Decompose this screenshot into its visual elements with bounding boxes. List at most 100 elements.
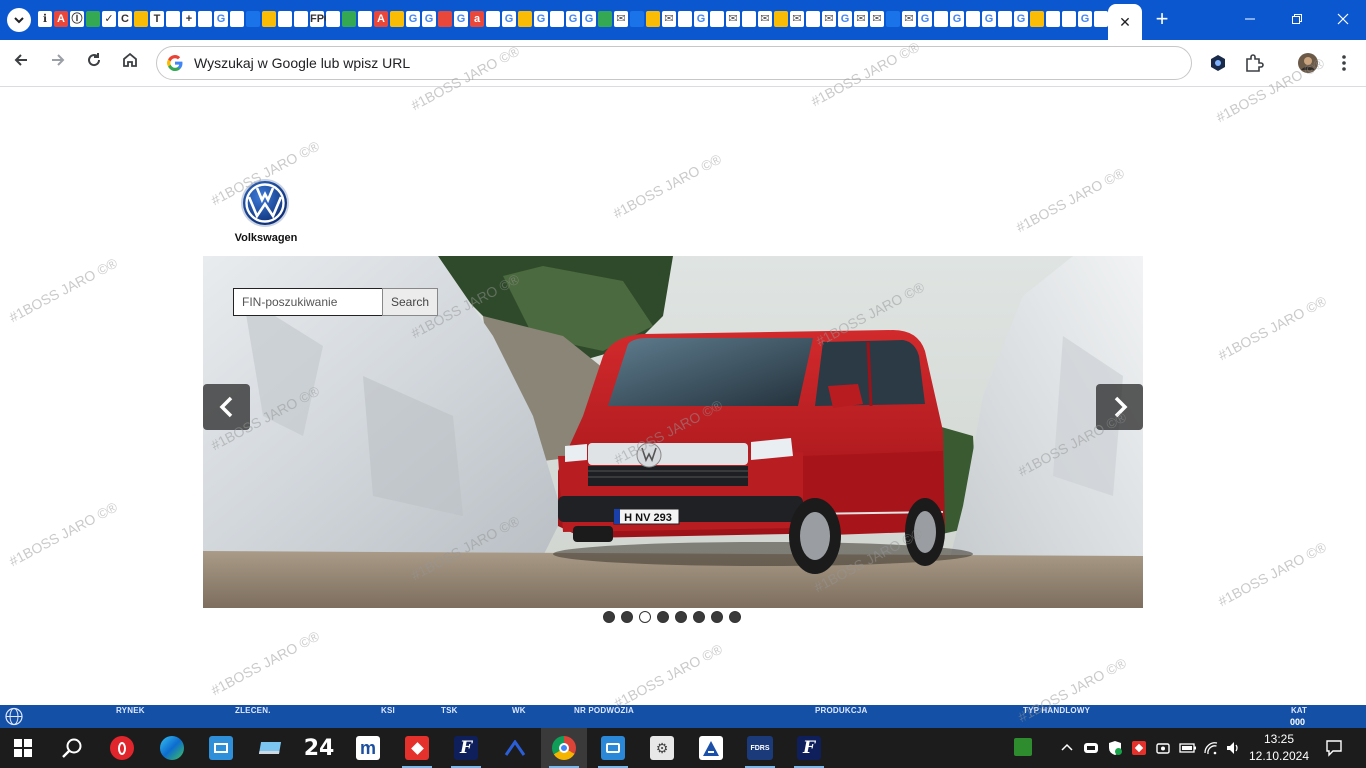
tab-favicon[interactable]: T — [150, 11, 164, 27]
tab-favicon[interactable]: G — [454, 11, 468, 27]
tab-favicon[interactable]: C — [118, 11, 132, 27]
taskbar-app-scheduler[interactable]: ⚙ — [639, 728, 685, 768]
carousel-dot[interactable] — [603, 611, 615, 623]
taskbar-app-autodata[interactable] — [688, 728, 734, 768]
tab-favicon[interactable] — [358, 11, 372, 27]
tab-favicon[interactable] — [278, 11, 292, 27]
notification-center-button[interactable] — [1325, 739, 1343, 757]
tab-favicon[interactable] — [966, 11, 980, 27]
tab-favicon[interactable]: A — [374, 11, 388, 27]
tray-green-app-icon[interactable] — [1014, 738, 1032, 756]
carousel-prev-button[interactable] — [203, 384, 250, 430]
home-button[interactable] — [117, 50, 143, 76]
tab-favicon[interactable]: G — [982, 11, 996, 27]
tab-favicon[interactable] — [934, 11, 948, 27]
tab-favicon[interactable]: ✉ — [726, 11, 740, 27]
fin-search-input[interactable] — [233, 288, 383, 316]
tab-favicon[interactable] — [678, 11, 692, 27]
tab-favicon[interactable]: G — [502, 11, 516, 27]
tab-favicon[interactable] — [326, 11, 340, 27]
tab-favicon[interactable] — [166, 11, 180, 27]
tray-battery-icon[interactable] — [1179, 740, 1196, 756]
tab-favicon[interactable] — [598, 11, 612, 27]
tab-favicon[interactable]: ✉ — [662, 11, 676, 27]
tab-favicon[interactable] — [550, 11, 564, 27]
tab-search-button[interactable] — [7, 8, 31, 32]
volkswagen-logo[interactable]: Volkswagen — [235, 178, 297, 248]
tab-favicon[interactable] — [198, 11, 212, 27]
tray-link-icon[interactable] — [1083, 740, 1099, 756]
tab-favicon[interactable] — [886, 11, 900, 27]
carousel-next-button[interactable] — [1096, 384, 1143, 430]
tab-favicon[interactable] — [262, 11, 276, 27]
tab-favicon[interactable] — [806, 11, 820, 27]
taskbar-app-ford-etis-2[interactable]: F — [786, 728, 832, 768]
tab-favicon[interactable]: G — [214, 11, 228, 27]
taskbar-app-m[interactable]: m — [345, 728, 391, 768]
tab-favicon[interactable]: G — [534, 11, 548, 27]
taskbar-app-opera[interactable] — [99, 728, 145, 768]
tab-favicon[interactable] — [998, 11, 1012, 27]
fin-search-button[interactable]: Search — [382, 288, 438, 316]
extensions-button[interactable] — [1243, 52, 1265, 74]
taskbar-app-vector[interactable] — [492, 728, 538, 768]
tab-favicon[interactable]: ✉ — [822, 11, 836, 27]
tab-favicon[interactable] — [630, 11, 644, 27]
tab-favicon[interactable]: G — [406, 11, 420, 27]
taskbar-clock[interactable]: 13:25 12.10.2024 — [1248, 731, 1310, 765]
carousel-dot[interactable] — [693, 611, 705, 623]
tab-favicon[interactable]: G — [694, 11, 708, 27]
start-button[interactable] — [0, 728, 46, 768]
tab-favicon[interactable]: G — [422, 11, 436, 27]
tab-favicon[interactable] — [1094, 11, 1108, 27]
carousel-dot[interactable] — [675, 611, 687, 623]
tab-favicon[interactable] — [134, 11, 148, 27]
minimize-button[interactable] — [1236, 8, 1264, 32]
tab-favicon[interactable] — [246, 11, 260, 27]
tab-favicon[interactable]: ✉ — [902, 11, 916, 27]
tab-favicon[interactable] — [1030, 11, 1044, 27]
tab-favicon[interactable]: ✉ — [790, 11, 804, 27]
taskbar-search-button[interactable] — [49, 728, 95, 768]
carousel-dot[interactable] — [711, 611, 723, 623]
tab-favicon[interactable] — [774, 11, 788, 27]
tab-favicon[interactable]: G — [1078, 11, 1092, 27]
tab-favicon[interactable] — [742, 11, 756, 27]
back-button[interactable] — [8, 50, 34, 76]
taskbar-app-edge[interactable] — [149, 728, 195, 768]
new-tab-button[interactable]: + — [1150, 8, 1174, 32]
tab-favicon[interactable] — [86, 11, 100, 27]
tab-favicon[interactable] — [710, 11, 724, 27]
tab-favicon[interactable]: G — [838, 11, 852, 27]
extension-shield-button[interactable] — [1207, 52, 1229, 74]
tab-favicon[interactable]: + — [182, 11, 196, 27]
tab-favicon[interactable] — [518, 11, 532, 27]
taskbar-app-file-manager[interactable] — [198, 728, 244, 768]
tab-favicon[interactable]: Ⓘ — [70, 11, 84, 27]
carousel-dot[interactable] — [729, 611, 741, 623]
tab-favicon[interactable]: A — [54, 11, 68, 27]
tab-favicon[interactable]: G — [918, 11, 932, 27]
tab-favicon[interactable] — [438, 11, 452, 27]
tray-camera-icon[interactable] — [1155, 740, 1171, 756]
tab-favicon[interactable]: G — [566, 11, 580, 27]
close-window-button[interactable] — [1329, 8, 1357, 32]
taskbar-app-fdrs[interactable]: FDRS — [737, 728, 783, 768]
tab-favicon[interactable] — [1062, 11, 1076, 27]
tab-favicon[interactable]: ✉ — [758, 11, 772, 27]
taskbar-app-24[interactable]: 24 — [296, 728, 342, 768]
taskbar-app-ford-etis[interactable]: F — [443, 728, 489, 768]
tab-favicon[interactable] — [230, 11, 244, 27]
tray-chevron-up-icon[interactable] — [1059, 740, 1075, 756]
taskbar-app-anydesk[interactable] — [394, 728, 440, 768]
tab-favicon[interactable]: ✉ — [614, 11, 628, 27]
tab-close-icon[interactable]: ✕ — [1119, 14, 1131, 31]
tab-favicon[interactable] — [486, 11, 500, 27]
tab-favicon[interactable]: ℹ — [38, 11, 52, 27]
taskbar-app-laptop-tool[interactable] — [247, 728, 293, 768]
tab-favicon[interactable]: G — [950, 11, 964, 27]
tray-anydesk-icon[interactable] — [1131, 740, 1147, 756]
tab-favicon[interactable] — [294, 11, 308, 27]
forward-button[interactable] — [45, 50, 71, 76]
tab-favicon[interactable] — [390, 11, 404, 27]
